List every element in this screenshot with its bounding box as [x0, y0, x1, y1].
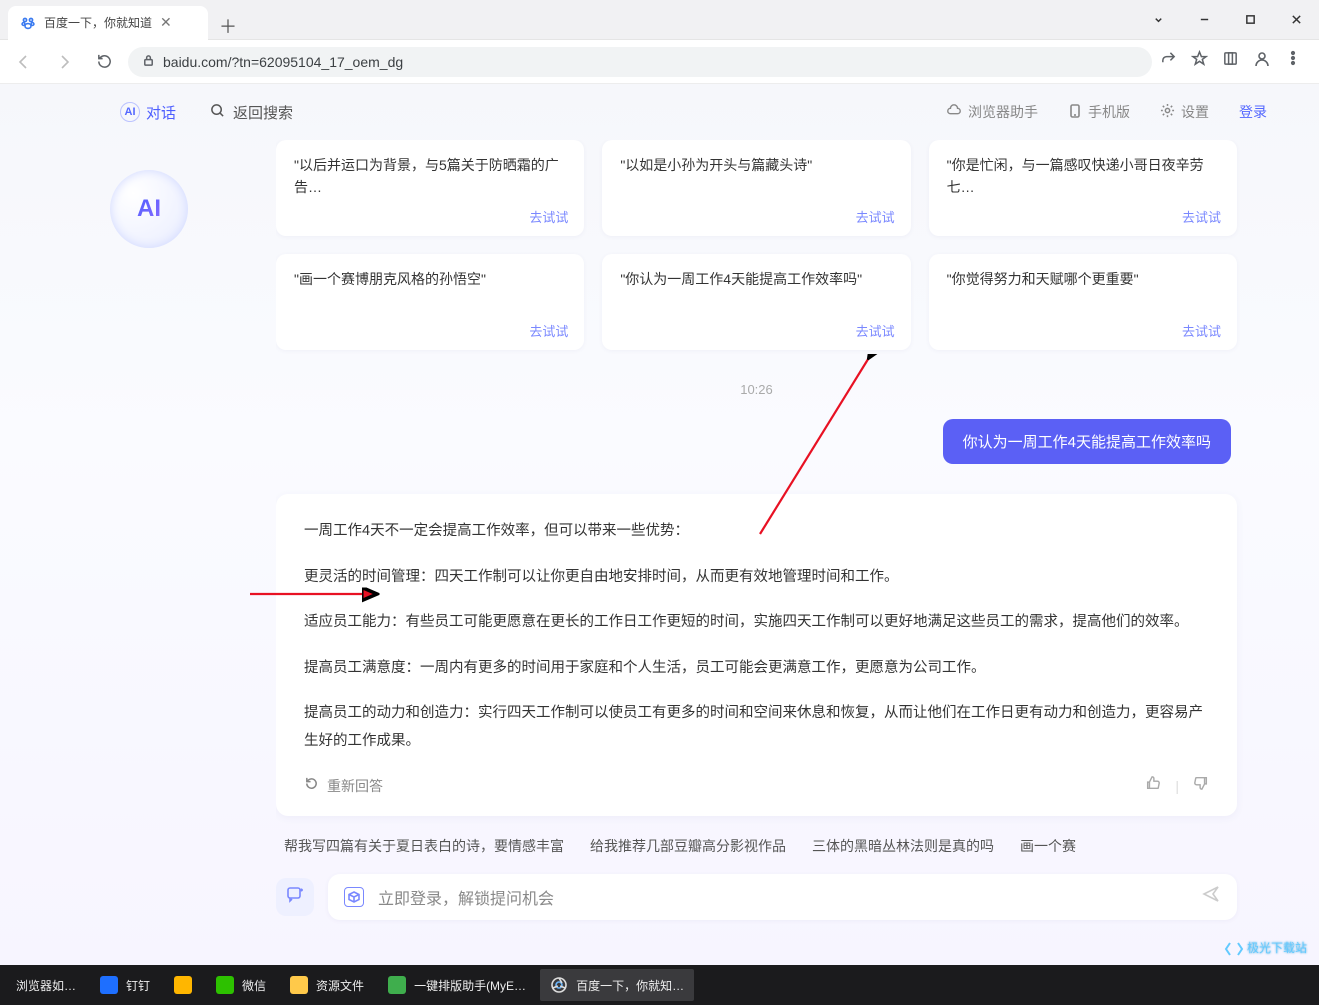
back-to-search-label: 返回搜索: [233, 102, 293, 123]
ai-logo: AI: [110, 170, 188, 248]
tab-dialog[interactable]: AI 对话: [120, 102, 176, 123]
folder-icon: [290, 976, 308, 994]
taskbar-item[interactable]: 一键排版助手(MyE…: [378, 969, 536, 1001]
app-topbar: AI 对话 返回搜索 浏览器助手 手机版 设置 登录: [0, 84, 1319, 140]
url-text: baidu.com/?tn=62095104_17_oem_dg: [163, 54, 403, 70]
composer: 立即登录，解锁提问机会: [276, 868, 1237, 920]
forward-button[interactable]: [48, 46, 80, 78]
suggestion-row-2: "画一个赛博朋克风格的孙悟空" 去试试 "你认为一周工作4天能提高工作效率吗" …: [276, 254, 1237, 350]
taskbar-item[interactable]: 浏览器如…: [6, 969, 86, 1001]
suggestion-chip[interactable]: 三体的黑暗丛林法则是真的吗: [812, 836, 994, 856]
tab-title: 百度一下，你就知道: [44, 14, 152, 31]
taskbar-item[interactable]: [164, 969, 202, 1001]
suggestion-card[interactable]: "你觉得努力和天赋哪个更重要" 去试试: [929, 254, 1237, 350]
maximize-button[interactable]: [1227, 0, 1273, 40]
answer-line: 更灵活的时间管理：四天工作制可以让你更自由地安排时间，从而更有效地管理时间和工作…: [304, 564, 1209, 592]
extensions-icon[interactable]: [1222, 50, 1239, 73]
try-link[interactable]: 去试试: [529, 207, 568, 226]
star-icon[interactable]: [1191, 50, 1208, 73]
refresh-icon: [304, 773, 319, 800]
menu-icon[interactable]: [1285, 50, 1301, 73]
browser-tab[interactable]: 百度一下，你就知道 ✕: [8, 6, 208, 40]
dialog-label: 对话: [146, 102, 176, 123]
paw-icon: [20, 15, 36, 31]
conversation-area: "以后并运口为背景，与5篇关于防晒霜的广告… 去试试 "以如是小孙为开头与篇藏头…: [276, 140, 1267, 965]
sidebar: AI: [100, 140, 276, 965]
ai-badge-icon: AI: [120, 102, 140, 122]
timestamp: 10:26: [276, 382, 1237, 397]
login-link[interactable]: 登录: [1239, 102, 1267, 122]
taskbar-item[interactable]: 微信: [206, 969, 276, 1001]
suggestion-card[interactable]: "以后并运口为背景，与5篇关于防晒霜的广告… 去试试: [276, 140, 584, 236]
answer-line: 一周工作4天不一定会提高工作效率，但可以带来一些优势：: [304, 518, 1209, 546]
try-link[interactable]: 去试试: [529, 321, 568, 340]
answer-line: 提高员工的动力和创造力：实行四天工作制可以使员工有更多的时间和空间来休息和恢复，…: [304, 700, 1209, 755]
mobile-link[interactable]: 手机版: [1068, 102, 1130, 122]
close-icon[interactable]: ✕: [160, 14, 172, 31]
wechat-icon: [216, 976, 234, 994]
new-chat-button[interactable]: [276, 878, 314, 916]
search-icon: [210, 103, 225, 122]
chat-plus-icon: [286, 885, 304, 908]
suggestion-card[interactable]: "你是忙闲，与一篇感叹快递小哥日夜辛劳七… 去试试: [929, 140, 1237, 236]
suggestion-card[interactable]: "画一个赛博朋克风格的孙悟空" 去试试: [276, 254, 584, 350]
suggestion-chip[interactable]: 给我推荐几部豆瓣高分影视作品: [590, 836, 786, 856]
page-body: AI 对话 返回搜索 浏览器助手 手机版 设置 登录: [0, 84, 1319, 965]
suggestion-card[interactable]: "以如是小孙为开头与篇藏头诗" 去试试: [602, 140, 910, 236]
tab-strip: 百度一下，你就知道 ✕ ＋: [0, 0, 242, 40]
taskbar-item[interactable]: 资源文件: [280, 969, 374, 1001]
windows-taskbar[interactable]: 浏览器如… 钉钉 微信 资源文件 一键排版助手(MyE… 百度一下，你就知…: [0, 965, 1319, 1005]
suggestion-chip[interactable]: 帮我写四篇有关于夏日表白的诗，要情感丰富: [284, 836, 564, 856]
suggestion-card[interactable]: "你认为一周工作4天能提高工作效率吗" 去试试: [602, 254, 910, 350]
prompt-placeholder: 立即登录，解锁提问机会: [378, 885, 554, 909]
browser-assistant-link[interactable]: 浏览器助手: [946, 102, 1038, 122]
back-button[interactable]: [8, 46, 40, 78]
taskbar-item[interactable]: 钉钉: [90, 969, 160, 1001]
try-link[interactable]: 去试试: [856, 321, 895, 340]
suggestion-row-1: "以后并运口为背景，与5篇关于防晒霜的广告… 去试试 "以如是小孙为开头与篇藏头…: [276, 140, 1237, 236]
new-tab-button[interactable]: ＋: [214, 12, 242, 40]
regenerate-button[interactable]: 重新回答: [304, 773, 383, 800]
address-bar: baidu.com/?tn=62095104_17_oem_dg: [0, 40, 1319, 84]
watermark: 极光下载站: [1224, 939, 1307, 957]
divider: |: [1175, 773, 1179, 800]
prompt-input[interactable]: 立即登录，解锁提问机会: [328, 874, 1237, 920]
gear-icon: [1160, 103, 1175, 121]
answer-line: 提高员工满意度：一周内有更多的时间用于家庭和个人生活，员工可能会更满意工作，更愿…: [304, 655, 1209, 683]
ai-answer: 一周工作4天不一定会提高工作效率，但可以带来一些优势： 更灵活的时间管理：四天工…: [276, 494, 1237, 816]
browser-titlebar: 百度一下，你就知道 ✕ ＋: [0, 0, 1319, 40]
minimize-button[interactable]: [1181, 0, 1227, 40]
url-field[interactable]: baidu.com/?tn=62095104_17_oem_dg: [128, 47, 1152, 77]
chrome-icon: [550, 976, 568, 994]
user-message: 你认为一周工作4天能提高工作效率吗: [943, 419, 1231, 464]
dropdown-icon[interactable]: [1135, 0, 1181, 40]
send-icon[interactable]: [1201, 884, 1221, 909]
share-icon[interactable]: [1160, 50, 1177, 73]
try-link[interactable]: 去试试: [1182, 321, 1221, 340]
thumbs-down-icon[interactable]: [1193, 773, 1209, 800]
thumbs-up-icon[interactable]: [1145, 773, 1161, 800]
taskbar-item[interactable]: 百度一下，你就知…: [540, 969, 694, 1001]
suggestion-chips: 帮我写四篇有关于夏日表白的诗，要情感丰富 给我推荐几部豆瓣高分影视作品 三体的黑…: [276, 816, 1237, 868]
lock-icon: [142, 54, 155, 70]
try-link[interactable]: 去试试: [1182, 207, 1221, 226]
profile-icon[interactable]: [1253, 50, 1271, 73]
app-icon: [388, 976, 406, 994]
settings-link[interactable]: 设置: [1160, 102, 1209, 122]
suggestion-chip[interactable]: 画一个赛: [1020, 836, 1076, 856]
phone-icon: [1068, 104, 1082, 121]
app-icon: [174, 976, 192, 994]
cloud-icon: [946, 103, 962, 122]
close-window-button[interactable]: [1273, 0, 1319, 40]
answer-line: 适应员工能力：有些员工可能更愿意在更长的工作日工作更短的时间，实施四天工作制可以…: [304, 609, 1209, 637]
dingtalk-icon: [100, 976, 118, 994]
cube-icon: [344, 887, 364, 907]
try-link[interactable]: 去试试: [856, 207, 895, 226]
back-to-search[interactable]: 返回搜索: [198, 98, 305, 127]
reload-button[interactable]: [88, 46, 120, 78]
